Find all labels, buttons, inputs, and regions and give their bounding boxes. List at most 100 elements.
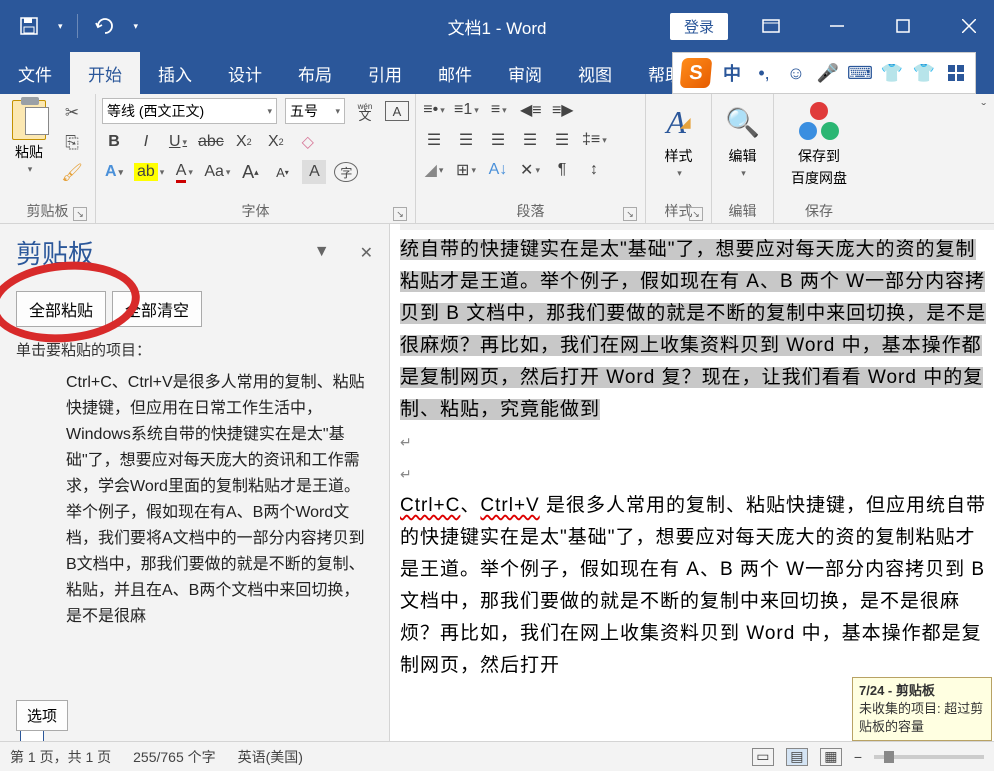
minimize-icon[interactable] (814, 6, 860, 46)
save-icon[interactable] (16, 13, 42, 39)
cut-icon[interactable]: ✂ (60, 102, 84, 124)
styles-dialog-launcher[interactable]: ↘ (689, 207, 703, 221)
clipboard-item[interactable]: W Ctrl+C、Ctrl+V是很多人常用的复制、粘贴快捷键，但应用在日常工作生… (16, 370, 373, 630)
clear-all-button[interactable]: 全部清空 (112, 291, 202, 327)
increase-indent-button[interactable]: ≡▶ (551, 98, 575, 122)
login-button[interactable]: 登录 (670, 13, 728, 40)
asian-layout-button[interactable]: ✕▾ (518, 158, 542, 182)
decrease-indent-button[interactable]: ◀≡ (519, 98, 543, 122)
change-case-button[interactable]: Aa▾ (204, 160, 230, 184)
bullets-button[interactable]: ≡•▾ (422, 98, 446, 122)
maximize-icon[interactable] (880, 6, 926, 46)
numbering-button[interactable]: ≡1▾ (454, 98, 479, 122)
ruby-button[interactable]: wén文 (353, 99, 377, 123)
ribbon-tabs: 文件 开始 插入 设计 布局 引用 邮件 审阅 视图 帮助 S 中 •, ☺ 🎤… (0, 52, 994, 94)
sort-button[interactable]: A↓ (486, 158, 510, 182)
word-count-status[interactable]: 255/765 个字 (133, 747, 216, 767)
grow-font-button[interactable]: A▴ (238, 160, 262, 184)
format-painter-icon[interactable]: 🖌 (60, 162, 84, 184)
sogou-ime-icon[interactable]: S (680, 58, 713, 88)
copy-icon[interactable]: ⎘ (60, 132, 84, 154)
editing-button[interactable]: 🔍 编辑▾ (715, 98, 771, 181)
show-marks-button[interactable]: ¶ (550, 158, 574, 182)
italic-button[interactable]: I (134, 130, 158, 154)
tooltip-header: 7/24 - 剪贴板 (859, 683, 935, 698)
group-save-baidu: 保存到 百度网盘 保存 (774, 94, 864, 223)
collapse-ribbon-icon[interactable]: ˇ (973, 94, 994, 223)
clear-format-button[interactable]: ◇ (296, 130, 320, 154)
tab-review[interactable]: 审阅 (490, 52, 560, 94)
ime-keyboard-icon[interactable]: ⌨ (849, 62, 871, 84)
text-effects-button[interactable]: A▾ (102, 160, 126, 184)
paragraph-mark: ↵ (400, 426, 994, 458)
print-layout-icon[interactable]: ▤ (786, 748, 808, 766)
clipboard-dialog-launcher[interactable]: ↘ (73, 207, 87, 221)
ime-emoji-icon[interactable]: ☺ (785, 62, 807, 84)
group-styles: A◢ 样式▾ 样式↘ (646, 94, 712, 223)
pane-close-icon[interactable]: ✕ (360, 243, 373, 263)
char-shading-button[interactable]: A (302, 160, 326, 184)
ime-lang-button[interactable]: 中 (721, 62, 743, 84)
tab-home[interactable]: 开始 (70, 52, 140, 94)
language-status[interactable]: 英语(美国) (238, 747, 303, 767)
pane-options-icon[interactable]: ▼ (314, 243, 330, 263)
undo-icon[interactable] (92, 13, 118, 39)
document-title: 文档1 - Word (448, 14, 547, 39)
bold-button[interactable]: B (102, 130, 126, 154)
underline-button[interactable]: U▾ (166, 130, 190, 154)
ime-voice-icon[interactable]: 🎤 (817, 62, 839, 84)
document-area[interactable]: 统自带的快捷键实在是太"基础"了，想要应对每天庞大的资的复制粘贴才是王道。举个例… (390, 224, 994, 741)
align-left-button[interactable]: ☰ (422, 128, 446, 152)
font-color-button[interactable]: A▾ (172, 160, 196, 184)
read-mode-icon[interactable]: ▭ (752, 748, 774, 766)
ime-person-icon[interactable]: 👕 (881, 62, 903, 84)
align-right-button[interactable]: ☰ (486, 128, 510, 152)
styles-button[interactable]: A◢ 样式▾ (651, 98, 707, 181)
tab-layout[interactable]: 布局 (280, 52, 350, 94)
tab-view[interactable]: 视图 (560, 52, 630, 94)
tab-references[interactable]: 引用 (350, 52, 420, 94)
multilevel-button[interactable]: ≡▾ (487, 98, 511, 122)
paragraph-mark: ↵ (400, 458, 994, 490)
clipboard-pane-title: 剪贴板 (16, 234, 94, 271)
ime-tools-icon[interactable] (945, 62, 967, 84)
tab-design[interactable]: 设计 (210, 52, 280, 94)
paste-button[interactable]: 粘贴 ▾ (6, 98, 52, 177)
char-border-button[interactable]: A (385, 101, 409, 121)
zoom-out-button[interactable]: − (854, 749, 862, 765)
tab-file[interactable]: 文件 (0, 52, 70, 94)
paragraph-dialog-launcher[interactable]: ↘ (623, 207, 637, 221)
font-size-combo[interactable]: 五号▾ (285, 98, 345, 124)
zoom-slider[interactable] (874, 755, 984, 759)
borders-button[interactable]: ⊞▾ (454, 158, 478, 182)
shading-button[interactable]: ◢▾ (422, 158, 446, 182)
paste-icon (12, 100, 46, 140)
line-spacing-button[interactable]: ‡≡▾ (582, 128, 607, 152)
tab-mailings[interactable]: 邮件 (420, 52, 490, 94)
workspace: 剪贴板 ▼ ✕ 全部粘贴 全部清空 单击要粘贴的项目： W Ctrl+C、Ctr… (0, 224, 994, 741)
ime-shirt-icon[interactable]: 👕 (913, 62, 935, 84)
page-status[interactable]: 第 1 页，共 1 页 (10, 747, 111, 767)
justify-button[interactable]: ☰ (518, 128, 542, 152)
highlight-button[interactable]: ab▾ (134, 160, 164, 184)
clipboard-options-button[interactable]: 选项 (16, 700, 68, 731)
enclose-char-button[interactable]: 字 (334, 162, 358, 182)
paste-label: 粘贴 (15, 142, 43, 162)
title-bar: ▾ ▾ 文档1 - Word 登录 (0, 0, 994, 52)
tab-insert[interactable]: 插入 (140, 52, 210, 94)
align-center-button[interactable]: ☰ (454, 128, 478, 152)
subscript-button[interactable]: X2 (232, 130, 256, 154)
strikethrough-button[interactable]: abc (198, 130, 224, 154)
save-baidu-button[interactable]: 保存到 百度网盘 (785, 98, 853, 190)
font-name-combo[interactable]: 等线 (西文正文)▾ (102, 98, 277, 124)
paste-all-button[interactable]: 全部粘贴 (16, 291, 106, 327)
web-layout-icon[interactable]: ▦ (820, 748, 842, 766)
superscript-button[interactable]: X2 (264, 130, 288, 154)
distributed-button[interactable]: ☰ (550, 128, 574, 152)
ime-punct-icon[interactable]: •, (753, 62, 775, 84)
shrink-font-button[interactable]: A▾ (270, 160, 294, 184)
ribbon-display-icon[interactable] (748, 6, 794, 46)
close-icon[interactable] (946, 6, 992, 46)
snap-button[interactable]: ↕ (582, 158, 606, 182)
font-dialog-launcher[interactable]: ↘ (393, 207, 407, 221)
